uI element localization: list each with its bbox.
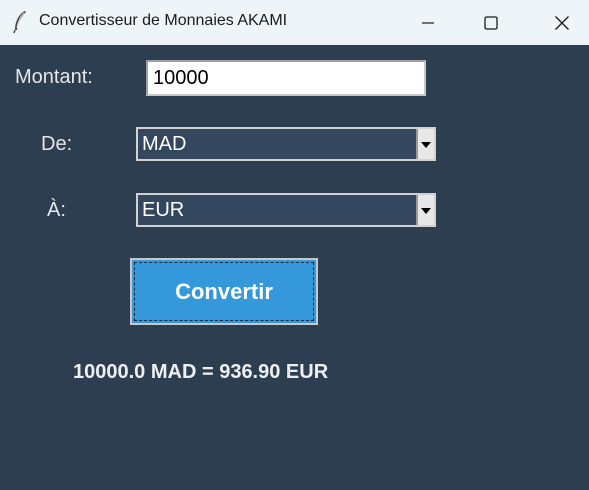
maximize-button[interactable]: [466, 0, 516, 45]
maximize-icon: [483, 15, 499, 31]
close-icon: [554, 15, 570, 31]
app-window: Convertisseur de Monnaies AKAMI Montant:…: [0, 0, 589, 490]
from-currency-label: De:: [41, 133, 73, 155]
title-bar: Convertisseur de Monnaies AKAMI: [0, 0, 589, 45]
to-currency-value: EUR: [142, 199, 185, 221]
minimize-button[interactable]: [403, 0, 453, 45]
to-dropdown-button[interactable]: [416, 195, 434, 225]
convert-button[interactable]: Convertir: [130, 258, 318, 325]
amount-label: Montant:: [15, 66, 93, 88]
to-currency-label: À:: [47, 199, 66, 221]
from-currency-select[interactable]: MAD: [136, 127, 436, 161]
from-dropdown-button[interactable]: [416, 129, 434, 159]
close-button[interactable]: [537, 0, 587, 45]
feather-icon: [12, 10, 28, 34]
amount-input[interactable]: [146, 60, 426, 96]
minimize-icon: [421, 16, 435, 30]
conversion-result: 10000.0 MAD = 936.90 EUR: [73, 361, 329, 383]
window-title: Convertisseur de Monnaies AKAMI: [39, 12, 288, 29]
dropdown-arrow-icon: [421, 201, 431, 219]
from-currency-value: MAD: [142, 133, 187, 155]
to-currency-select[interactable]: EUR: [136, 193, 436, 227]
dropdown-arrow-icon: [421, 135, 431, 153]
